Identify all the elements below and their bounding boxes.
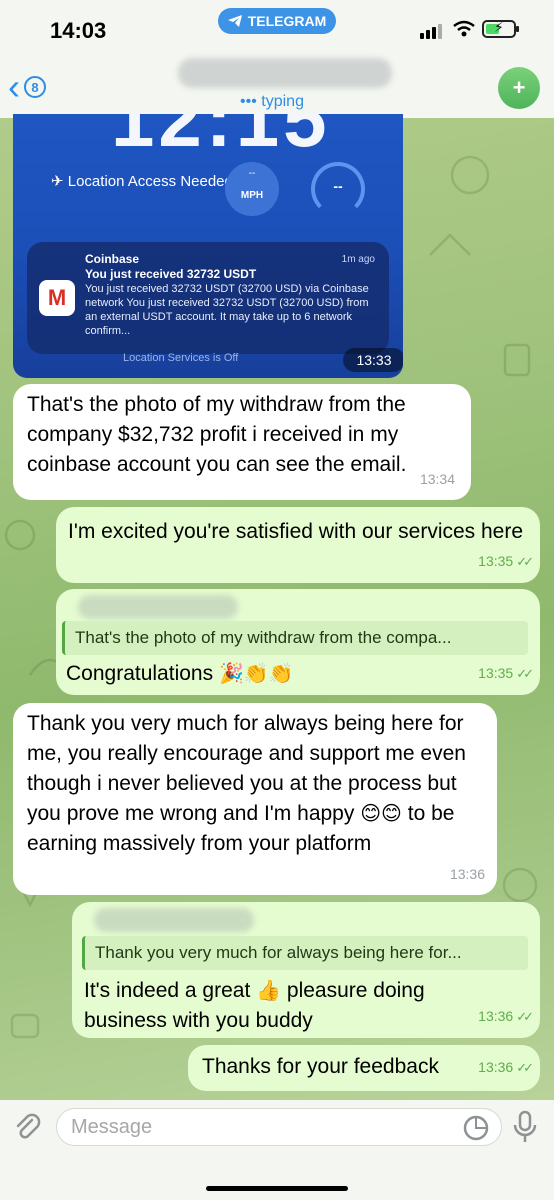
incoming-message[interactable]: That's the photo of my withdraw from the… <box>13 384 471 500</box>
status-time: 14:03 <box>50 18 107 43</box>
telegram-pill-label: TELEGRAM <box>247 13 327 29</box>
back-button[interactable]: ‹ 8 <box>8 66 46 107</box>
message-input-bar <box>0 1100 554 1200</box>
outgoing-message[interactable]: I'm excited you're satisfied with our se… <box>56 507 540 583</box>
outgoing-message[interactable]: Thanks for your feedback 13:36 ✓✓ <box>188 1045 540 1091</box>
message-text-value: Congratulations <box>66 662 214 685</box>
location-widget-text: Location Access Needed <box>67 173 233 190</box>
notification-body: You just received 32732 USDT (32700 USD)… <box>85 283 369 337</box>
message-time-value: 13:36 <box>478 1059 514 1075</box>
lockscreen-time: 12:15 <box>111 114 331 163</box>
party-clap-emoji: 🎉👏👏 <box>218 663 294 685</box>
message-time-value: 13:35 <box>478 553 514 569</box>
read-checkmarks-icon: ✓✓ <box>516 1009 534 1024</box>
notification-age: 1m ago <box>341 254 375 265</box>
wifi-icon <box>453 20 475 37</box>
message-text: Congratulations 🎉👏👏 <box>66 659 294 689</box>
home-indicator <box>206 1186 348 1191</box>
top-bar: 14:03 TELEGRAM ⚡ ‹ 8 ••• typing + <box>0 0 554 118</box>
notification-app: Coinbase <box>85 252 140 266</box>
outgoing-reply-message[interactable]: Thank you very much for always being her… <box>72 902 540 1038</box>
message-time: 13:35 ✓✓ <box>478 546 534 577</box>
message-time: 13:34 <box>419 471 455 487</box>
message-time: 13:36 ✓✓ <box>478 1052 534 1083</box>
message-text: That's the photo of my withdraw from the… <box>27 393 407 476</box>
reply-quote[interactable]: That's the photo of my withdraw from the… <box>62 621 528 655</box>
signal-icon <box>420 24 442 39</box>
gauge-widget: -- <box>311 162 365 216</box>
typing-label: typing <box>261 93 304 110</box>
speed-widget: -- MPH <box>225 162 279 216</box>
reply-author-redacted <box>78 595 238 619</box>
message-time: 13:35 ✓✓ <box>478 658 534 689</box>
message-time: 13:36 ✓✓ <box>478 1001 534 1032</box>
read-checkmarks-icon: ✓✓ <box>516 1060 534 1075</box>
telegram-plane-icon <box>227 15 242 27</box>
battery-icon: ⚡ <box>482 19 519 38</box>
speed-unit: MPH <box>240 190 264 201</box>
reply-quote[interactable]: Thank you very much for always being her… <box>82 936 528 970</box>
notification-title: You just received 32732 USDT <box>85 267 257 281</box>
thumbs-up-emoji: 👍 <box>256 980 282 1002</box>
message-input[interactable] <box>56 1108 502 1146</box>
photo-message[interactable]: 12:15 ✈ Location Access Needed -- MPH --… <box>13 114 403 378</box>
typing-status: ••• typing <box>240 93 304 111</box>
reply-author-redacted <box>94 908 254 932</box>
message-text: I'm excited you're satisfied with our se… <box>68 520 524 543</box>
read-checkmarks-icon: ✓✓ <box>516 554 534 569</box>
message-text: Thank you very much for always being her… <box>27 709 491 859</box>
smile-emoji: 😊😊 <box>360 803 402 825</box>
gmail-icon: M <box>39 280 75 316</box>
message-time-value: 13:35 <box>478 665 514 681</box>
paperclip-icon[interactable] <box>12 1112 42 1142</box>
outgoing-reply-message[interactable]: That's the photo of my withdraw from the… <box>56 589 540 695</box>
location-widget: ✈ Location Access Needed <box>51 172 233 191</box>
location-services-text: Location Services is Off <box>123 352 239 364</box>
location-off-icon: ✈ <box>51 173 64 190</box>
message-time: 13:33 <box>343 348 403 372</box>
message-time: 13:36 <box>449 866 485 882</box>
contact-name-redacted[interactable] <box>178 58 392 88</box>
speed-value: -- <box>248 168 256 179</box>
message-text: It's indeed a great 👍 pleasure doing bus… <box>84 976 464 1036</box>
message-text: Thanks for your feedback <box>202 1055 439 1078</box>
typing-dots: ••• <box>240 93 257 110</box>
unread-count-badge: 8 <box>24 76 46 98</box>
message-time-value: 13:36 <box>478 1008 514 1024</box>
incoming-message[interactable]: Thank you very much for always being her… <box>13 703 497 895</box>
read-checkmarks-icon: ✓✓ <box>516 666 534 681</box>
sticker-icon[interactable] <box>462 1114 490 1142</box>
microphone-icon[interactable] <box>512 1110 538 1144</box>
contact-avatar[interactable]: + <box>498 67 540 109</box>
telegram-pill[interactable]: TELEGRAM <box>218 8 336 34</box>
message-text-part: It's indeed a great <box>84 979 251 1002</box>
coinbase-notification: M Coinbase 1m ago You just received 3273… <box>27 242 389 354</box>
chevron-left-icon: ‹ <box>8 66 20 107</box>
avatar-plus-icon: + <box>512 75 526 100</box>
